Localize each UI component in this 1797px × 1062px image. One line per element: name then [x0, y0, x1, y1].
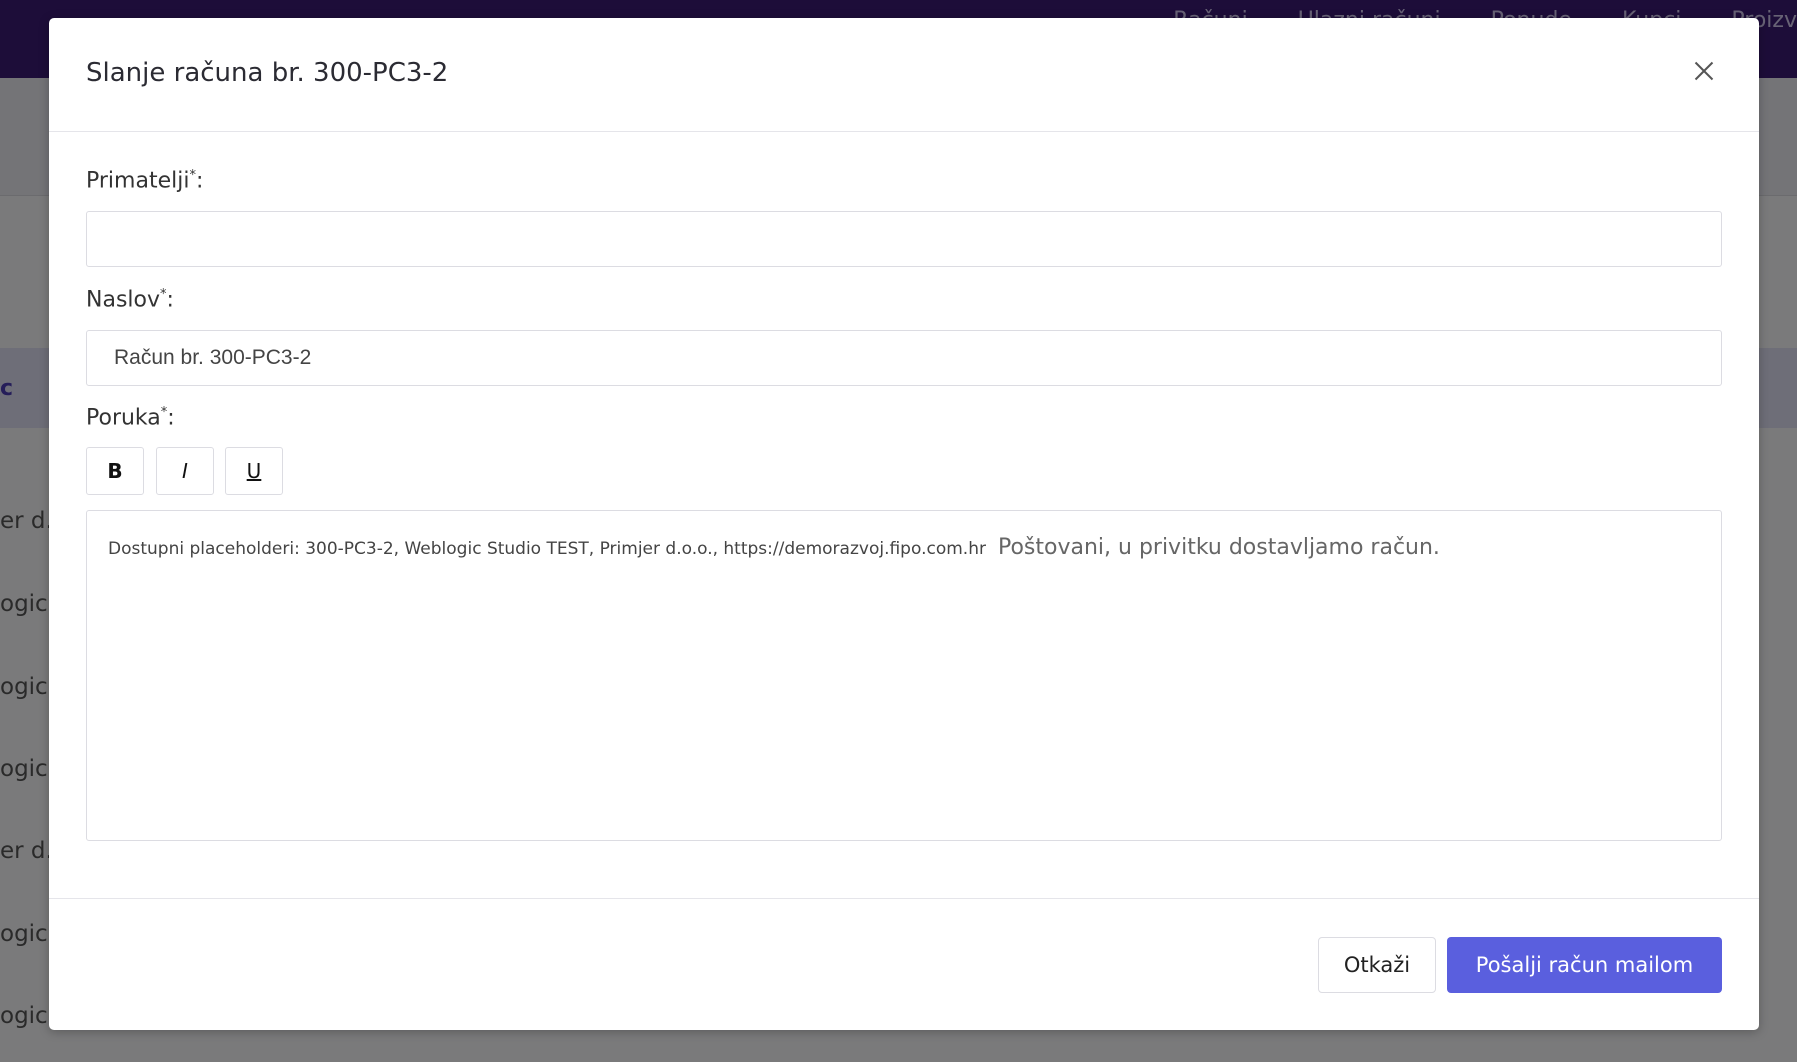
message-body: Poštovani, u privitku dostavljamo račun. — [997, 535, 1440, 560]
message-label: Poruka*: — [86, 405, 175, 430]
close-icon[interactable] — [1689, 56, 1719, 86]
bold-button[interactable]: B — [86, 447, 144, 495]
cancel-button[interactable]: Otkaži — [1318, 937, 1436, 993]
modal-title: Slanje računa br. 300-PC3-2 — [86, 58, 449, 88]
recipients-label: Primatelji*: — [86, 168, 203, 193]
label-suffix: : — [195, 168, 204, 194]
subject-input[interactable] — [86, 330, 1722, 386]
send-invoice-button[interactable]: Pošalji račun mailom — [1447, 937, 1722, 993]
send-invoice-modal: Slanje računa br. 300-PC3-2 Primatelji*:… — [49, 18, 1759, 1030]
subject-label-text: Naslov — [86, 287, 160, 313]
recipients-label-text: Primatelji — [86, 168, 190, 194]
label-suffix: : — [166, 287, 174, 313]
placeholders-note: Dostupni placeholderi: 300-PC3-2, Weblog… — [108, 539, 986, 559]
recipients-input[interactable] — [86, 211, 1722, 267]
subject-label: Naslov*: — [86, 287, 174, 312]
label-suffix: : — [167, 405, 175, 431]
modal-header: Slanje računa br. 300-PC3-2 — [49, 18, 1759, 132]
message-editor[interactable]: Dostupni placeholderi: 300-PC3-2, Weblog… — [86, 510, 1722, 841]
message-label-text: Poruka — [86, 405, 161, 431]
italic-button[interactable]: I — [156, 447, 214, 495]
underline-button[interactable]: U — [225, 447, 283, 495]
